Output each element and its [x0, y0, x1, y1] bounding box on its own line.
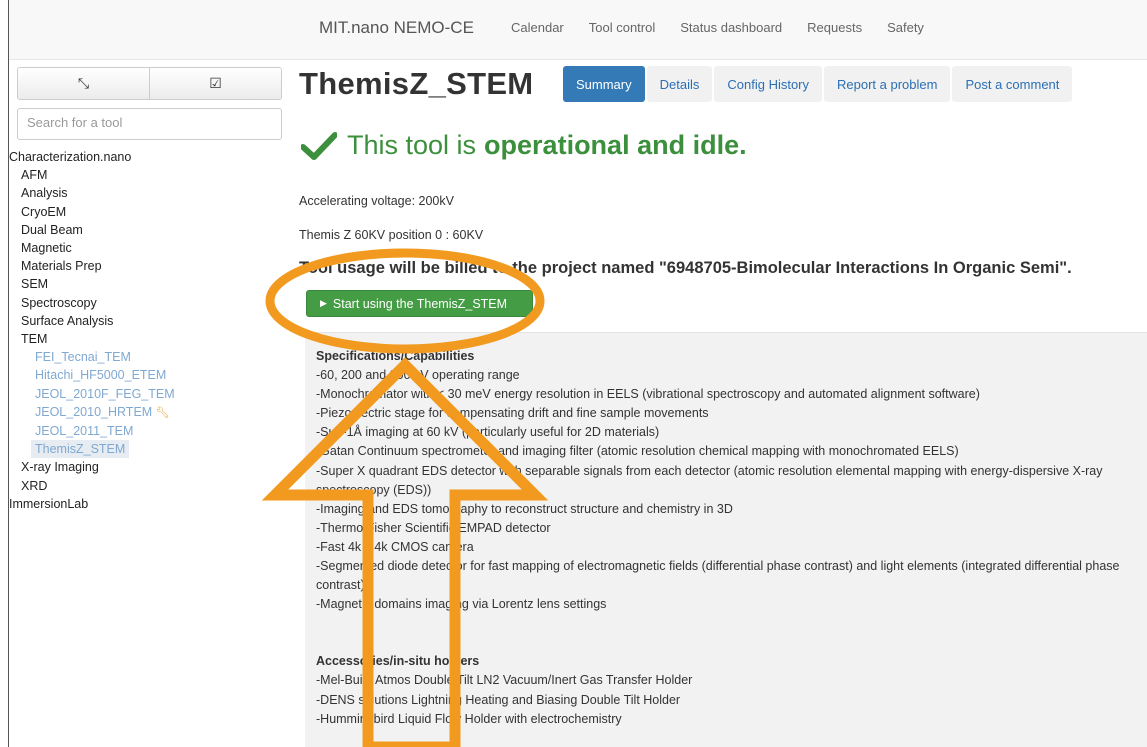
tab-post-comment[interactable]: Post a comment [952, 66, 1073, 102]
start-using-tool-button[interactable]: ▶ Start using the ThemisZ_STEM [306, 290, 533, 317]
spec-item: -Monochromator with < 30 meV energy reso… [316, 387, 980, 402]
tab-details[interactable]: Details [646, 66, 713, 102]
accessories-heading: Accessories/in-situ holders [316, 654, 480, 669]
tree-category[interactable]: Surface Analysis [9, 312, 175, 330]
specs-heading: Specifications/Capabilities [316, 349, 475, 363]
position-info: Themis Z 60KV position 0 : 60KV [299, 228, 484, 242]
collapse-icon: ⤡ [77, 75, 90, 91]
tree-category[interactable]: XRD [9, 477, 175, 495]
tree-category[interactable]: CryoEM [9, 203, 175, 221]
nav-links: Calendar Tool control Status dashboard R… [511, 20, 949, 35]
tool-description: Specifications/Capabilities -60, 200 and… [305, 332, 1147, 747]
spec-item: -Segmented diode detector for fast mappi… [316, 559, 1120, 593]
start-button-label: Start using the ThemisZ_STEM [332, 296, 508, 311]
accelerating-voltage: Accelerating voltage: 200kV [299, 194, 454, 208]
accessory-item: -Hummingbird Liquid Flow Holder with ele… [316, 711, 622, 726]
status-prefix: This tool is [347, 130, 477, 160]
tree-tool-row: ThemisZ_STEM [9, 440, 175, 459]
tree-tool-selected[interactable]: ThemisZ_STEM [31, 440, 130, 459]
tree-category[interactable]: Magnetic [9, 239, 175, 257]
select-all-button[interactable]: ☑ [149, 68, 281, 99]
tree-tool[interactable]: Hitachi_HF5000_ETEM [9, 366, 175, 384]
tree-root-characterization[interactable]: Characterization.nano [9, 148, 175, 166]
tree-category[interactable]: SEM [9, 275, 175, 293]
tree-tool[interactable]: JEOL_2011_TEM [9, 422, 175, 440]
sidebar-button-group: ⤡ ☑ [17, 67, 282, 100]
app-window: MIT.nano NEMO-CE Calendar Tool control S… [8, 0, 1147, 747]
spec-item: -Fast 4k x 4k CMOS camera [316, 539, 474, 554]
accessory-item: -DENS solutions Lightning Heating and Bi… [316, 692, 681, 707]
collapse-tree-button[interactable]: ⤡ [18, 68, 149, 99]
spec-item: -Magnetic domains imaging via Lorentz le… [316, 597, 607, 612]
tree-category[interactable]: Spectroscopy [9, 294, 175, 312]
tab-report-problem[interactable]: Report a problem [824, 66, 951, 102]
spec-item: -Sub-1Å imaging at 60 kV (particularly u… [316, 425, 660, 440]
checkbox-icon: ☑ [209, 75, 222, 91]
spec-item: -Piezoelectric stage for compensating dr… [316, 406, 709, 421]
billing-notice: Tool usage will be billed to the project… [299, 259, 1072, 277]
tree-category[interactable]: Materials Prep [9, 257, 175, 275]
spec-item: -Thermo Fisher Scientific EMPAD detector [316, 520, 551, 535]
play-icon: ▶ [320, 298, 327, 308]
nav-safety[interactable]: Safety [887, 20, 924, 35]
tree-tool[interactable]: JEOL_2010_HRTEM [35, 405, 152, 419]
spec-item: -60, 200 and 300 kV operating range [316, 368, 520, 383]
tree-category-tem[interactable]: TEM [9, 330, 175, 348]
tool-title: ThemisZ_STEM [299, 66, 534, 101]
tab-summary[interactable]: Summary [563, 66, 645, 102]
tree-category[interactable]: Dual Beam [9, 221, 175, 239]
checkmark-icon [301, 131, 337, 160]
tree-category[interactable]: Analysis [9, 184, 175, 202]
nav-requests[interactable]: Requests [807, 20, 862, 35]
tree-category[interactable]: X-ray Imaging [9, 458, 175, 476]
tree-root-immersionlab[interactable]: ImmersionLab [9, 495, 175, 513]
tree-tool[interactable]: JEOL_2010F_FEG_TEM [9, 385, 175, 403]
tool-status: This tool is operational and idle. [301, 130, 747, 161]
spec-item: -Super X quadrant EDS detector with sepa… [316, 463, 1103, 497]
accessory-item: -Mel-Build Atmos Double Tilt LN2 Vacuum/… [316, 673, 693, 688]
nav-calendar[interactable]: Calendar [511, 20, 564, 35]
tree-category[interactable]: AFM [9, 166, 175, 184]
tree-tool[interactable]: FEI_Tecnai_TEM [9, 348, 175, 366]
tree-tool-row: JEOL_2010_HRTEM 🔧︎ [9, 403, 175, 422]
tool-tabs: Summary Details Config History Report a … [563, 66, 1073, 102]
spec-item: -Imaging and EDS tomography to reconstru… [316, 501, 733, 516]
tool-search-input[interactable]: Search for a tool [17, 108, 282, 140]
wrench-icon: 🔧︎ [155, 406, 170, 419]
main-content: ThemisZ_STEM Summary Details Config Hist… [297, 60, 1147, 747]
spec-item: -Gatan Continuum spectrometer and imagin… [316, 444, 959, 459]
tool-tree: Characterization.nano AFM Analysis CryoE… [9, 148, 175, 513]
brand-link[interactable]: MIT.nano NEMO-CE [319, 18, 474, 38]
status-value: operational and idle. [484, 130, 747, 160]
nav-status-dashboard[interactable]: Status dashboard [680, 20, 782, 35]
top-navbar: MIT.nano NEMO-CE Calendar Tool control S… [9, 0, 1147, 60]
tab-config-history[interactable]: Config History [714, 66, 823, 102]
nav-tool-control[interactable]: Tool control [589, 20, 655, 35]
